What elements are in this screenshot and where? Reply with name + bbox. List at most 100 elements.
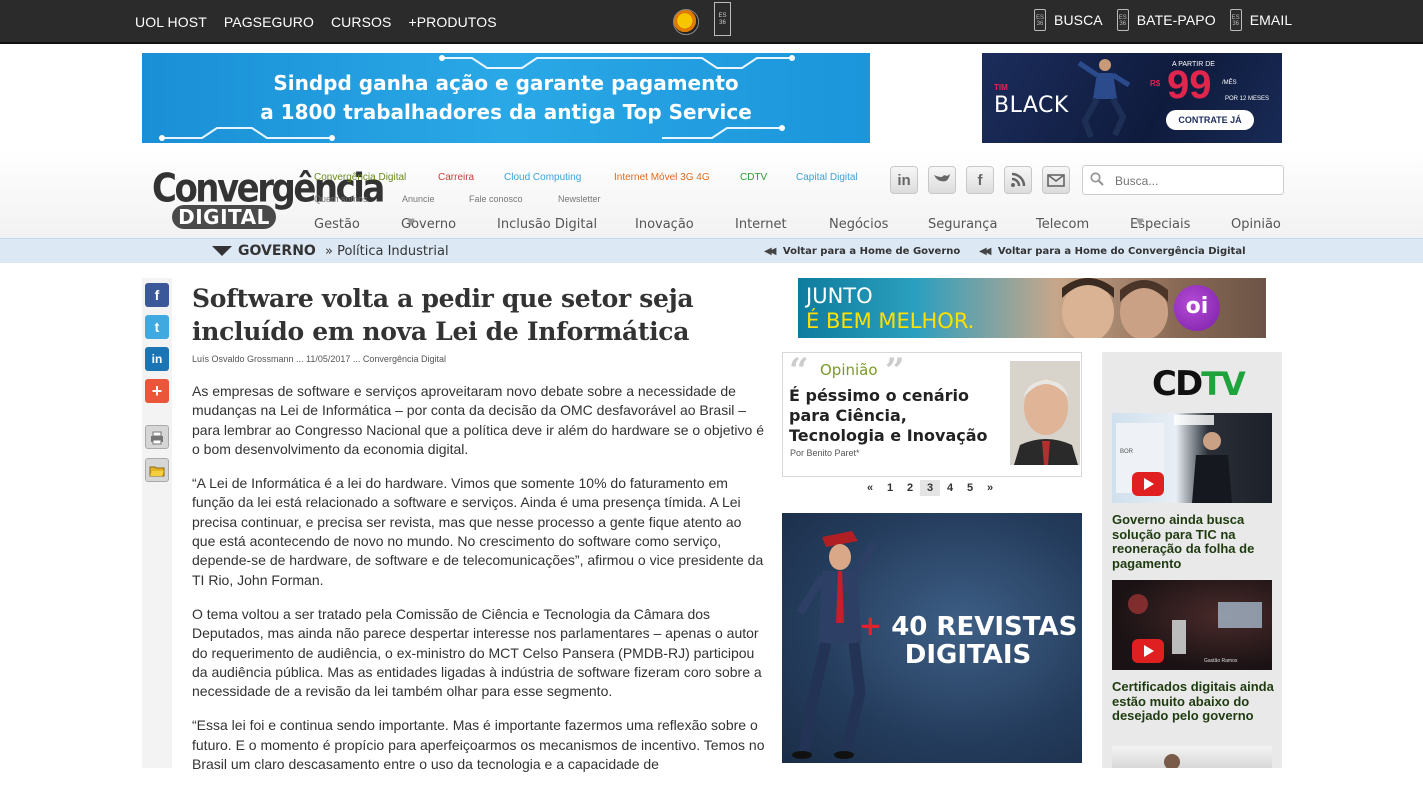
- busca-link[interactable]: ES 36 BUSCA: [1034, 9, 1103, 31]
- currency-text: R$: [1150, 79, 1161, 88]
- linkedin-share-icon[interactable]: in: [145, 347, 169, 371]
- anuncie-link[interactable]: Anuncie: [402, 194, 469, 204]
- tim-brand-small: TIM: [994, 83, 1008, 92]
- months-text: POR 12 MESES: [1225, 96, 1270, 102]
- search-icon[interactable]: [1090, 172, 1104, 186]
- section-link[interactable]: CDTV: [740, 172, 796, 183]
- twitter-icon[interactable]: [928, 166, 956, 194]
- video-thumbnail[interactable]: Gastão Ramos: [1112, 580, 1272, 670]
- email-link[interactable]: ES 36 EMAIL: [1229, 9, 1293, 31]
- email-badge-icon: ES 36: [1229, 9, 1242, 31]
- section-link[interactable]: Carreira: [438, 172, 504, 183]
- breadcrumb-subsection[interactable]: » Política Industrial: [325, 244, 449, 259]
- social-buttons: in f: [890, 166, 1070, 194]
- article-byline: Luís Osvaldo Grossmann ... 11/05/2017 ..…: [192, 354, 446, 364]
- video-caption[interactable]: Certificados digitais ainda estão muito …: [1112, 679, 1277, 724]
- back-home-link[interactable]: ◀◀ Voltar para a Home do Convergência Di…: [979, 246, 1246, 257]
- logo-line-2: DIGITAL: [172, 205, 276, 229]
- email-icon[interactable]: [1042, 166, 1070, 194]
- author-photo: [1010, 361, 1080, 465]
- price-text: 99: [1167, 63, 1212, 107]
- search-badge-icon: ES 36: [1034, 9, 1046, 31]
- plus-icon: +: [858, 609, 883, 642]
- pager-prev[interactable]: «: [860, 480, 880, 496]
- play-icon[interactable]: [1132, 472, 1164, 496]
- sindpd-banner-ad[interactable]: Sindpd ganha ação e garante pagamento a …: [142, 53, 870, 143]
- cdtv-panel: CDTV BOR Governo ainda busca solução par…: [1102, 352, 1282, 768]
- couple-photo: [1062, 278, 1168, 338]
- pager-page[interactable]: 1: [880, 480, 900, 496]
- chevron-down-icon: ▼: [1136, 217, 1144, 228]
- pagseguro-link[interactable]: PAGSEGURO: [224, 14, 314, 30]
- video-caption[interactable]: Governo ainda busca solução para TIC na …: [1112, 512, 1277, 571]
- video-thumbnail[interactable]: BOR: [1112, 413, 1272, 503]
- play-icon[interactable]: [1132, 639, 1164, 663]
- section-link[interactable]: Capital Digital: [796, 172, 858, 183]
- jumping-man-image: [1077, 59, 1131, 139]
- chevron-down-icon: ▼: [407, 217, 415, 228]
- uol-left-links: UOL HOST PAGSEGURO CURSOS +PRODUTOS: [135, 14, 497, 30]
- article-paragraph: O tema voltou a ser tratado pela Comissã…: [192, 605, 762, 700]
- institutional-links: Quem somos Anuncie Fale conosco Newslett…: [314, 194, 601, 204]
- article-body: As empresas de software e serviços aprov…: [192, 382, 766, 789]
- fale-conosco-link[interactable]: Fale conosco: [469, 194, 558, 204]
- back-governo-link[interactable]: ◀◀ Voltar para a Home de Governo: [764, 246, 960, 257]
- breadcrumb-section[interactable]: GOVERNO: [238, 243, 316, 259]
- uol-right-links: ES 36 BUSCA ES 36 BATE-PAPO ES 36 EMAIL: [1034, 9, 1292, 31]
- uol-top-bar: UOL HOST PAGSEGURO CURSOS +PRODUTOS ES 3…: [0, 0, 1423, 44]
- open-quote-icon: “: [789, 351, 809, 391]
- pager-next[interactable]: »: [980, 480, 1000, 496]
- pager-page[interactable]: 4: [940, 480, 960, 496]
- folder-icon[interactable]: [145, 458, 169, 482]
- twitter-share-icon[interactable]: t: [145, 315, 169, 339]
- search-input[interactable]: [1115, 171, 1275, 191]
- article-paragraph: As empresas de software e serviços aprov…: [192, 383, 764, 457]
- article-paragraph: “Essa lei foi e continua sendo important…: [192, 717, 765, 773]
- opinion-box[interactable]: “ Opinião ” É péssimo o cenário para Ciê…: [782, 351, 1082, 477]
- pager-page[interactable]: 2: [900, 480, 920, 496]
- share-sidebar: f t in +: [142, 278, 172, 768]
- breadcrumb-bar: GOVERNO » Política Industrial ◀◀ Voltar …: [0, 238, 1423, 263]
- contrate-ja-button[interactable]: CONTRATE JÁ: [1166, 110, 1254, 130]
- uol-mini-badge-icon: ES 36: [714, 2, 731, 36]
- opinion-title[interactable]: É péssimo o cenário para Ciência, Tecnol…: [789, 386, 1004, 446]
- revistas-digitais-ad[interactable]: + 40 REVISTAS DIGITAIS: [782, 513, 1082, 763]
- site-logo[interactable]: Convergência DIGITAL: [150, 166, 385, 230]
- banner-line-2: a 1800 trabalhadores da antiga Top Servi…: [260, 100, 752, 124]
- facebook-icon[interactable]: f: [966, 166, 994, 194]
- circuit-decoration: [159, 55, 795, 141]
- tim-black-ad[interactable]: TIM BLACK A PARTIR DE R$ 99 /MÊS POR 12 …: [982, 53, 1282, 143]
- section-links: Convergência Digital Carreira Cloud Comp…: [314, 172, 858, 183]
- triangle-down-icon: [212, 246, 232, 256]
- facebook-share-icon[interactable]: f: [145, 283, 169, 307]
- newsletter-link[interactable]: Newsletter: [558, 194, 601, 204]
- linkedin-icon[interactable]: in: [890, 166, 918, 194]
- bate-papo-link[interactable]: ES 36 BATE-PAPO: [1116, 9, 1216, 31]
- uol-logo-icon[interactable]: [673, 9, 699, 35]
- svg-text:Gastão Ramos: Gastão Ramos: [1204, 658, 1238, 664]
- uol-host-link[interactable]: UOL HOST: [135, 14, 207, 30]
- rewind-icon: ◀◀: [979, 246, 992, 257]
- search-box: [1082, 165, 1284, 195]
- plus-share-icon[interactable]: +: [145, 379, 169, 403]
- cdtv-logo[interactable]: CDTV: [1152, 364, 1246, 404]
- print-icon[interactable]: [145, 425, 169, 449]
- video-thumbnail[interactable]: [1112, 746, 1272, 768]
- oi-ad-banner[interactable]: JUNTO É BEM MELHOR. oi: [798, 278, 1266, 338]
- pager-page[interactable]: 5: [960, 480, 980, 496]
- quem-somos-link[interactable]: Quem somos: [314, 194, 402, 204]
- mais-produtos-link[interactable]: +PRODUTOS: [408, 14, 496, 30]
- opinion-pager: « 1 2 3 4 5 »: [860, 480, 1000, 496]
- rss-icon[interactable]: [1004, 166, 1032, 194]
- banner-line-1: Sindpd ganha ação e garante pagamento: [273, 71, 739, 95]
- section-link[interactable]: Convergência Digital: [314, 172, 438, 183]
- article-title: Software volta a pedir que setor seja in…: [192, 284, 694, 346]
- opinion-author: Por Benito Paret*: [790, 448, 860, 458]
- cursos-link[interactable]: CURSOS: [331, 14, 392, 30]
- per-month-text: /MÊS: [1222, 80, 1237, 86]
- svg-text:BOR: BOR: [1120, 449, 1134, 455]
- section-link[interactable]: Cloud Computing: [504, 172, 614, 183]
- section-link[interactable]: Internet Móvel 3G 4G: [614, 172, 740, 183]
- pager-page-current[interactable]: 3: [920, 480, 940, 496]
- video-thumbnail-partial: [1164, 754, 1180, 768]
